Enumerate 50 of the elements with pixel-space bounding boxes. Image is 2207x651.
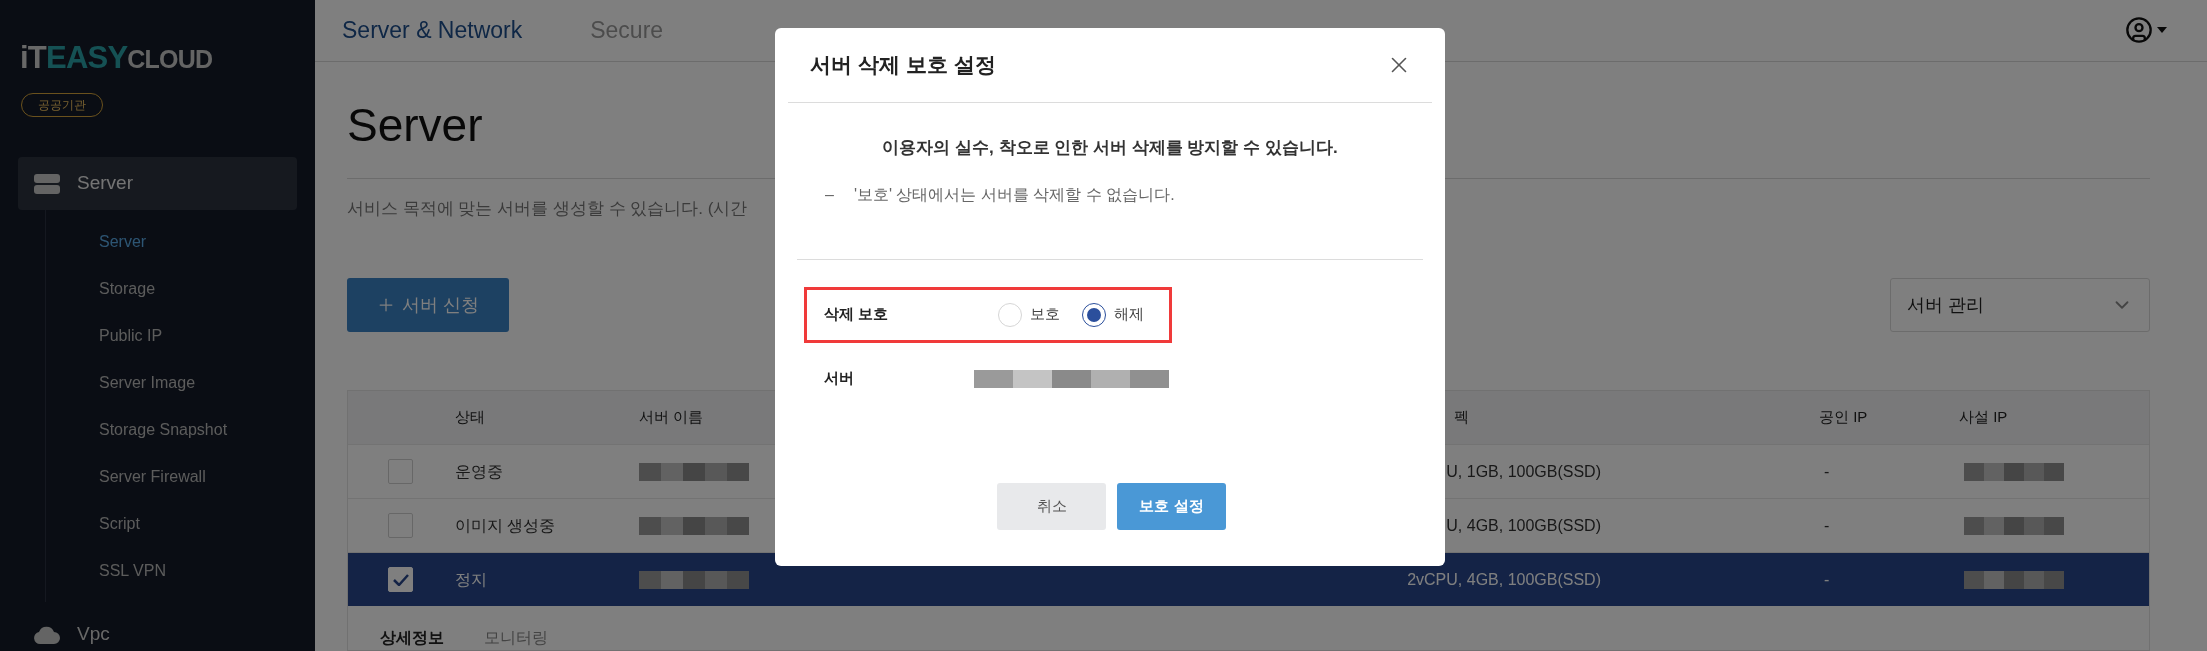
sidebar-subitem[interactable]: Storage [99, 265, 297, 312]
create-server-button[interactable]: 서버 신청 [347, 278, 509, 332]
column-header: 펙 [1454, 408, 1469, 426]
server-action-dropdown[interactable]: 서버 관리 [1890, 278, 2150, 332]
field-label: 서버 [824, 368, 855, 389]
spec-text: U, 1GB, 100GB(SSD) [1446, 462, 1601, 480]
column-header: 사설 IP [1959, 408, 2008, 426]
sidebar-subitem[interactable]: Script [99, 500, 297, 547]
status-text: 정지 [455, 569, 487, 590]
column-header: 공인 IP [1819, 408, 1868, 426]
column-header: 서버 이름 [639, 408, 704, 426]
detail-tab[interactable]: 상세정보 [380, 626, 444, 650]
public-ip-text: - [1824, 462, 1830, 480]
spec-text: 2vCPU, 4GB, 100GB(SSD) [1407, 570, 1601, 588]
public-ip-text: - [1824, 516, 1830, 534]
header-tab[interactable]: Server & Network [342, 13, 523, 48]
row-checkbox[interactable] [388, 513, 413, 538]
sidebar-subitem[interactable]: SSL VPN [99, 547, 297, 594]
radio-option[interactable]: 해제 [1082, 302, 1144, 327]
logo: iTEASYCLOUD [20, 42, 214, 73]
dialog-title: 서버 삭제 보호 설정 [810, 52, 996, 79]
checkmark-icon [392, 573, 409, 586]
sidebar-subitem[interactable]: Storage Snapshot [99, 406, 297, 453]
confirm-button[interactable]: 보호 설정 [1117, 483, 1226, 530]
radio-option[interactable]: 보호 [998, 302, 1060, 327]
field-label: 삭제 보호 [824, 304, 890, 325]
sidebar-subitem[interactable]: Server [99, 218, 297, 265]
table-row[interactable]: 정지 2vCPU, 4GB, 100GB(SSD) - [348, 552, 2149, 606]
page-description: 서비스 목적에 맞는 서버를 생성할 수 있습니다. (시간 [347, 197, 748, 220]
sidebar-item[interactable]: Vpc [18, 608, 297, 651]
detail-tab[interactable]: 모니터링 [484, 626, 548, 650]
dialog-message: 이용자의 실수, 착오로 인한 서버 삭제를 방지할 수 있습니다. [882, 137, 1338, 159]
sidebar-subitem[interactable]: Server Image [99, 359, 297, 406]
spec-text: U, 4GB, 100GB(SSD) [1446, 516, 1601, 534]
sidebar-subitem[interactable]: Server Firewall [99, 453, 297, 500]
cloud-icon [34, 625, 60, 644]
status-text: 운영중 [455, 461, 503, 482]
user-icon [2125, 16, 2153, 45]
public-ip-text: - [1824, 570, 1830, 588]
sidebar-subitem[interactable]: Public IP [99, 312, 297, 359]
column-header: 상태 [455, 408, 485, 426]
caret-icon [2157, 27, 2167, 34]
note-marker: – [825, 184, 834, 205]
row-checkbox[interactable] [388, 459, 413, 484]
dialog-note: '보호' 상태에서는 서버를 삭제할 수 없습니다. [853, 184, 1175, 205]
sidebar-item[interactable]: Server [18, 157, 297, 210]
status-text: 이미지 생성중 [455, 515, 556, 536]
cancel-button[interactable]: 취소 [997, 483, 1106, 530]
user-menu[interactable] [2125, 16, 2167, 45]
server-icon [34, 173, 60, 194]
